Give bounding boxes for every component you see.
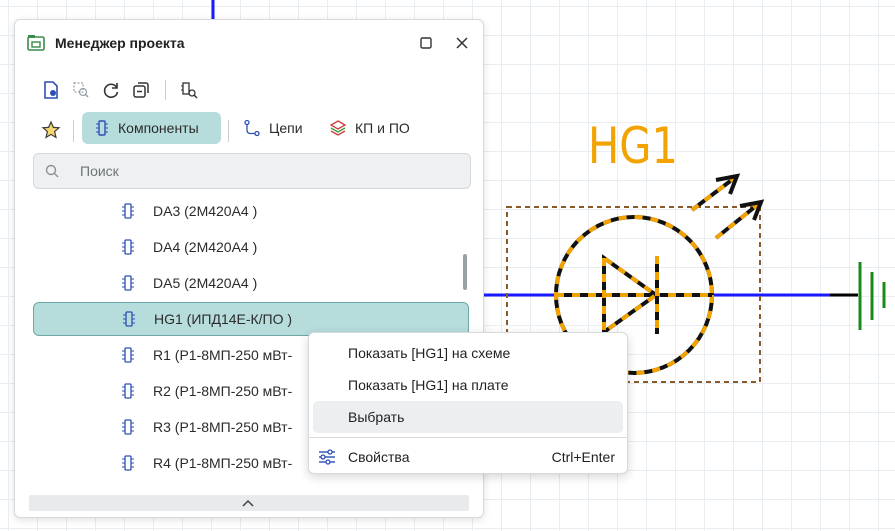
context-menu[interactable]: Показать [HG1] на схеме Показать [HG1] н…	[308, 332, 628, 474]
chip-icon	[122, 383, 134, 399]
chip-icon	[122, 419, 134, 435]
net-icon	[244, 119, 260, 137]
chip-icon	[122, 239, 134, 255]
chip-icon	[122, 203, 134, 219]
search-box[interactable]	[33, 153, 471, 189]
panel-titlebar[interactable]: Менеджер проекта	[15, 20, 483, 66]
document-view-icon[interactable]	[41, 80, 61, 100]
panel-toolbar	[15, 72, 483, 108]
tab-components[interactable]: Компоненты	[82, 112, 221, 144]
list-item-label: R4 (Р1-8МП-250 мВт-	[153, 455, 293, 471]
menu-item-properties[interactable]: Свойства Ctrl+Enter	[313, 441, 623, 473]
component-icon	[96, 120, 108, 136]
settings-sliders-icon	[319, 449, 335, 465]
chip-icon	[122, 275, 134, 291]
list-item-label: DA4 (2М420А4 )	[153, 239, 258, 255]
menu-divider	[309, 437, 627, 438]
list-item-label: R2 (Р1-8МП-250 мВт-	[153, 383, 293, 399]
list-item-label: HG1 (ИПД14Е-К/ПО )	[154, 311, 293, 327]
list-item-label: DA5 (2М420А4 )	[153, 275, 258, 291]
tab-divider-2	[228, 120, 229, 142]
collapse-icon[interactable]	[131, 80, 151, 100]
menu-item-label: Свойства	[348, 449, 410, 465]
close-icon[interactable]	[451, 32, 473, 54]
chip-icon	[123, 311, 135, 327]
tab-divider	[73, 120, 74, 142]
ground-symbol[interactable]	[858, 262, 886, 330]
menu-item-show-on-board[interactable]: Показать [HG1] на плате	[313, 369, 623, 401]
chip-icon	[122, 347, 134, 363]
list-item[interactable]: DA5 (2М420А4 )	[33, 266, 469, 300]
panel-title: Менеджер проекта	[55, 35, 185, 51]
list-item-label: R3 (Р1-8МП-250 мВт-	[153, 419, 293, 435]
menu-item-show-on-schematic[interactable]: Показать [HG1] на схеме	[313, 337, 623, 369]
chevron-up-icon	[242, 499, 254, 507]
maximize-icon[interactable]	[415, 32, 437, 54]
chip-icon	[122, 455, 134, 471]
tab-nets-label: Цепи	[269, 120, 303, 136]
layers-icon	[329, 120, 347, 136]
list-item[interactable]: DA3 (2М420А4 )	[33, 194, 469, 228]
tab-components-label: Компоненты	[118, 120, 199, 136]
search-component-icon[interactable]	[179, 80, 199, 100]
search-input[interactable]	[78, 156, 462, 186]
menu-item-shortcut: Ctrl+Enter	[551, 449, 615, 465]
tab-pads-label: КП и ПО	[355, 120, 410, 136]
refresh-icon[interactable]	[101, 80, 121, 100]
menu-item-label: Показать [HG1] на схеме	[348, 345, 511, 361]
zoom-to-fit-icon[interactable]	[71, 80, 91, 100]
list-item-label: DA3 (2М420А4 )	[153, 203, 258, 219]
scroll-up-button[interactable]	[29, 495, 469, 511]
toolbar-divider	[165, 80, 166, 100]
tab-pads[interactable]: КП и ПО	[323, 112, 433, 144]
menu-item-label: Выбрать	[348, 409, 405, 425]
panel-tabbar: Компоненты Цепи КП и ПО	[15, 108, 483, 148]
tab-nets[interactable]: Цепи	[237, 112, 317, 144]
star-icon[interactable]	[41, 120, 61, 140]
search-icon	[45, 164, 59, 178]
project-icon	[27, 35, 45, 51]
menu-item-label: Показать [HG1] на плате	[348, 377, 509, 393]
refdes-label[interactable]: HG1	[588, 117, 678, 175]
list-item-selected[interactable]: HG1 (ИПД14Е-К/ПО )	[33, 302, 469, 336]
list-item-label: R1 (Р1-8МП-250 мВт-	[153, 347, 293, 363]
list-item[interactable]: DA4 (2М420А4 )	[33, 230, 469, 264]
menu-item-select[interactable]: Выбрать	[313, 401, 623, 433]
tree-scrollbar[interactable]	[463, 254, 467, 290]
